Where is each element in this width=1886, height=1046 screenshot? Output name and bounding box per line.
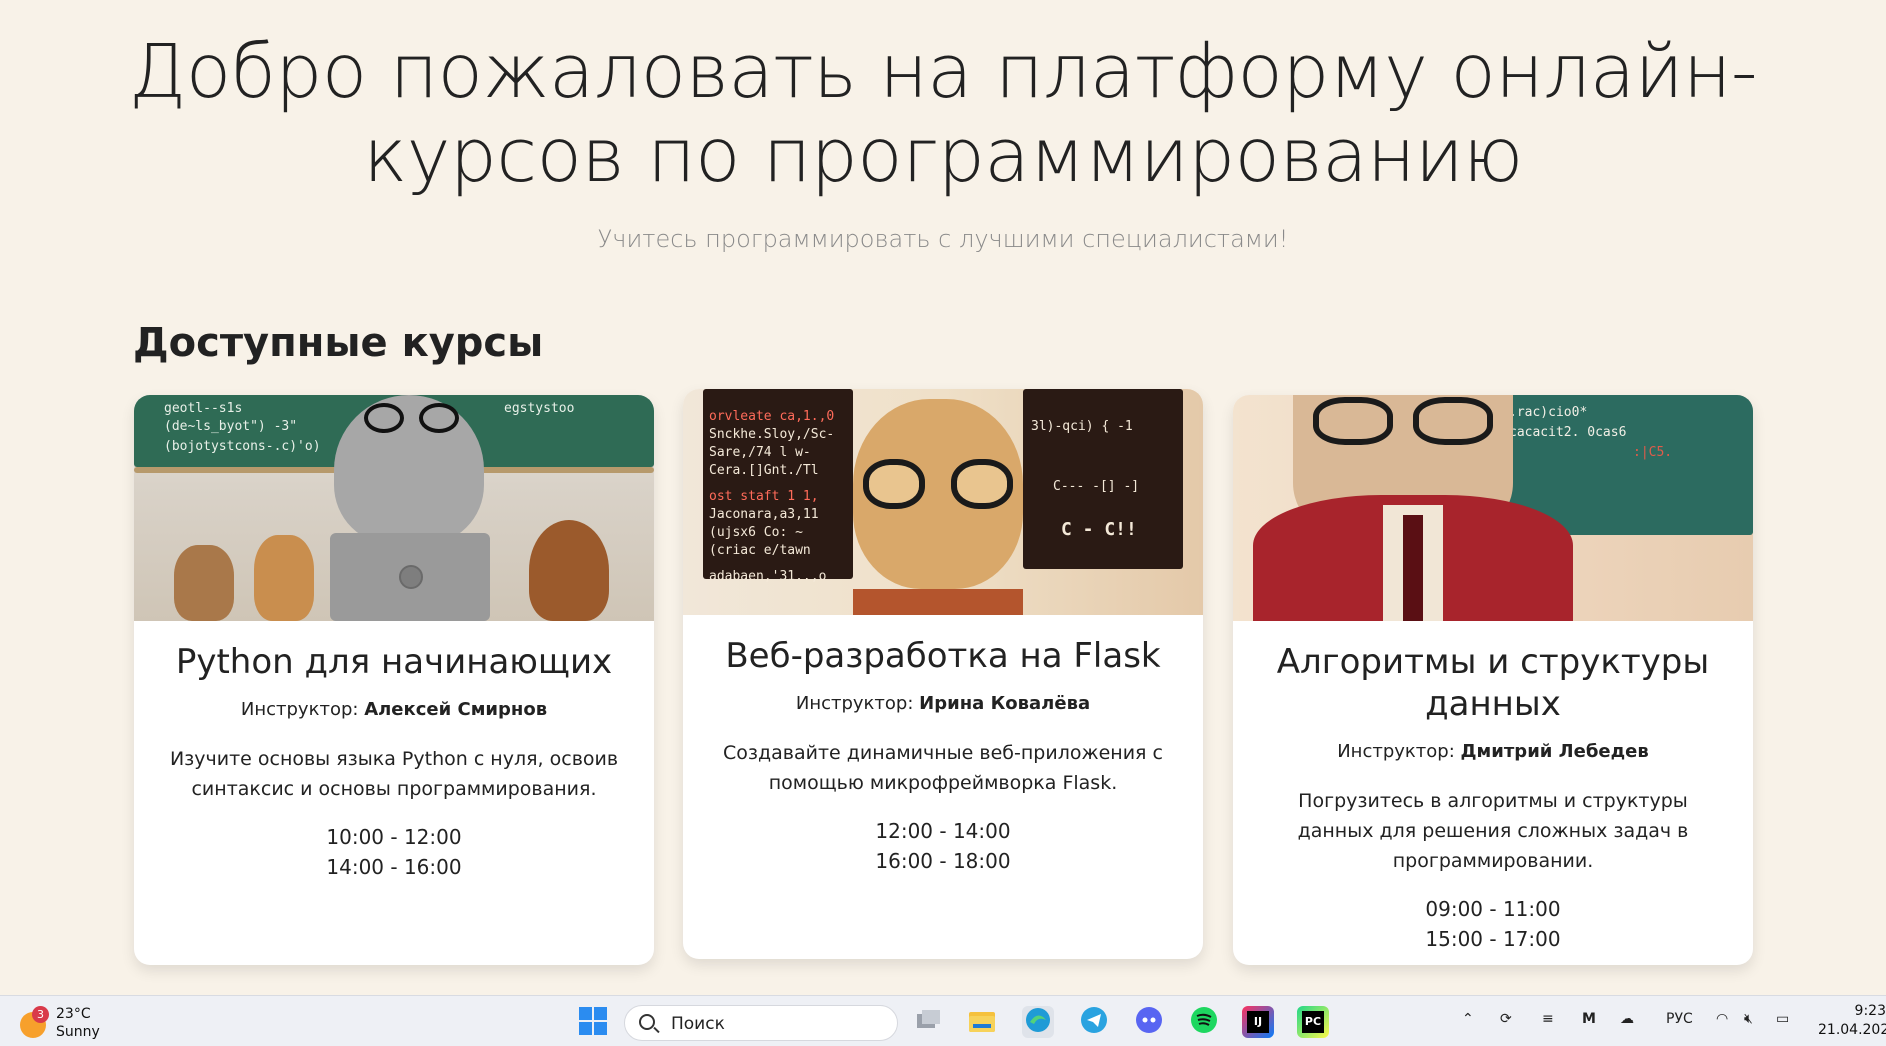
course-time-slot: 15:00 - 17:00 — [1425, 927, 1561, 951]
course-instructor: Инструктор: Дмитрий Лебедев — [1337, 741, 1649, 762]
course-description: Создавайте динамичные веб-приложения с п… — [723, 742, 1163, 794]
course-image-python: geotl--s1s (de~ls_byot") -3" (bojotystco… — [134, 395, 654, 621]
course-schedule: 09:00 - 11:00 15:00 - 17:00 — [1263, 894, 1723, 954]
settings-sliders-icon[interactable]: ≡ — [1542, 1011, 1554, 1027]
course-instructor: Инструктор: Ирина Ковалёва — [795, 693, 1091, 714]
course-time-slot: 09:00 - 11:00 — [1425, 897, 1561, 921]
cloud-icon[interactable]: ☁ — [1620, 1011, 1634, 1027]
telegram-icon[interactable] — [1078, 1006, 1110, 1038]
courses-section-title: Доступные курсы — [133, 320, 544, 366]
course-title: Алгоритмы и структуры данных — [1276, 642, 1710, 724]
course-time-slot: 14:00 - 16:00 — [326, 855, 462, 879]
page-subtitle: Учитесь программировать с лучшими специа… — [597, 225, 1289, 253]
language-indicator[interactable]: РУС — [1666, 1011, 1693, 1027]
wifi-icon[interactable]: ◠ — [1716, 1011, 1728, 1027]
chevron-up-icon[interactable]: ⌃ — [1462, 1011, 1474, 1027]
notification-badge: 3 — [32, 1006, 49, 1023]
course-schedule: 10:00 - 12:00 14:00 - 16:00 — [164, 822, 624, 882]
taskbar-search[interactable]: Поиск — [624, 1005, 898, 1041]
course-description: Погрузитесь в алгоритмы и структуры данн… — [1297, 790, 1689, 872]
volume-muted-icon[interactable]: 🔇︎ — [1744, 1011, 1753, 1027]
course-time-slot: 12:00 - 14:00 — [875, 819, 1011, 843]
weather-temperature: 23°C — [56, 1006, 91, 1022]
course-description: Изучите основы языка Python с нуля, осво… — [169, 748, 619, 800]
course-title: Python для начинающих — [175, 642, 613, 682]
course-image-flask: orvleate ca,1.,0 Snckhe.Sloy,/Sc- Sare,/… — [683, 389, 1203, 615]
course-schedule: 12:00 - 14:00 16:00 - 18:00 — [713, 816, 1173, 876]
file-explorer-icon[interactable] — [966, 1006, 998, 1038]
sync-icon[interactable]: ⟳ — [1500, 1011, 1512, 1027]
course-image-algorithms: .rac)cio0* cacacit2. 0cas6 :|C5. — [1233, 395, 1753, 621]
search-placeholder: Поиск — [671, 1014, 725, 1034]
course-instructor: Инструктор: Алексей Смирнов — [240, 699, 548, 720]
clock-date: 21.04.2025 — [1818, 1022, 1886, 1038]
course-card-python[interactable]: geotl--s1s (de~ls_byot") -3" (bojotystco… — [134, 395, 654, 965]
intellij-icon[interactable]: IJ — [1242, 1006, 1274, 1038]
search-icon — [639, 1014, 655, 1030]
battery-icon[interactable]: ▭ — [1776, 1011, 1789, 1027]
edge-icon[interactable] — [1022, 1006, 1054, 1038]
clock-time: 9:23 — [1854, 1003, 1886, 1019]
course-time-slot: 10:00 - 12:00 — [326, 825, 462, 849]
m-icon[interactable]: M — [1582, 1011, 1596, 1027]
course-title: Веб-разработка на Flask — [725, 636, 1161, 676]
windows-taskbar: 3 23°C Sunny Поиск IJ PC ⌃ ⟳ ≡ M ☁ РУС ◠… — [0, 995, 1886, 1046]
system-clock[interactable]: 9:23 21.04.2025 — [1818, 1002, 1886, 1040]
weather-widget[interactable]: 3 23°C Sunny — [18, 1004, 118, 1040]
discord-icon[interactable] — [1133, 1006, 1165, 1038]
weather-condition: Sunny — [56, 1024, 100, 1040]
course-card-flask[interactable]: orvleate ca,1.,0 Snckhe.Sloy,/Sc- Sare,/… — [683, 389, 1203, 959]
windows-start-icon[interactable] — [577, 1006, 609, 1038]
pycharm-icon[interactable]: PC — [1297, 1006, 1329, 1038]
task-view-icon[interactable] — [912, 1006, 944, 1038]
course-time-slot: 16:00 - 18:00 — [875, 849, 1011, 873]
course-card-algorithms[interactable]: .rac)cio0* cacacit2. 0cas6 :|C5. Алгорит… — [1233, 395, 1753, 965]
spotify-icon[interactable] — [1188, 1006, 1220, 1038]
page-title: Добро пожаловать на платформу онлайн-кур… — [128, 29, 1758, 199]
